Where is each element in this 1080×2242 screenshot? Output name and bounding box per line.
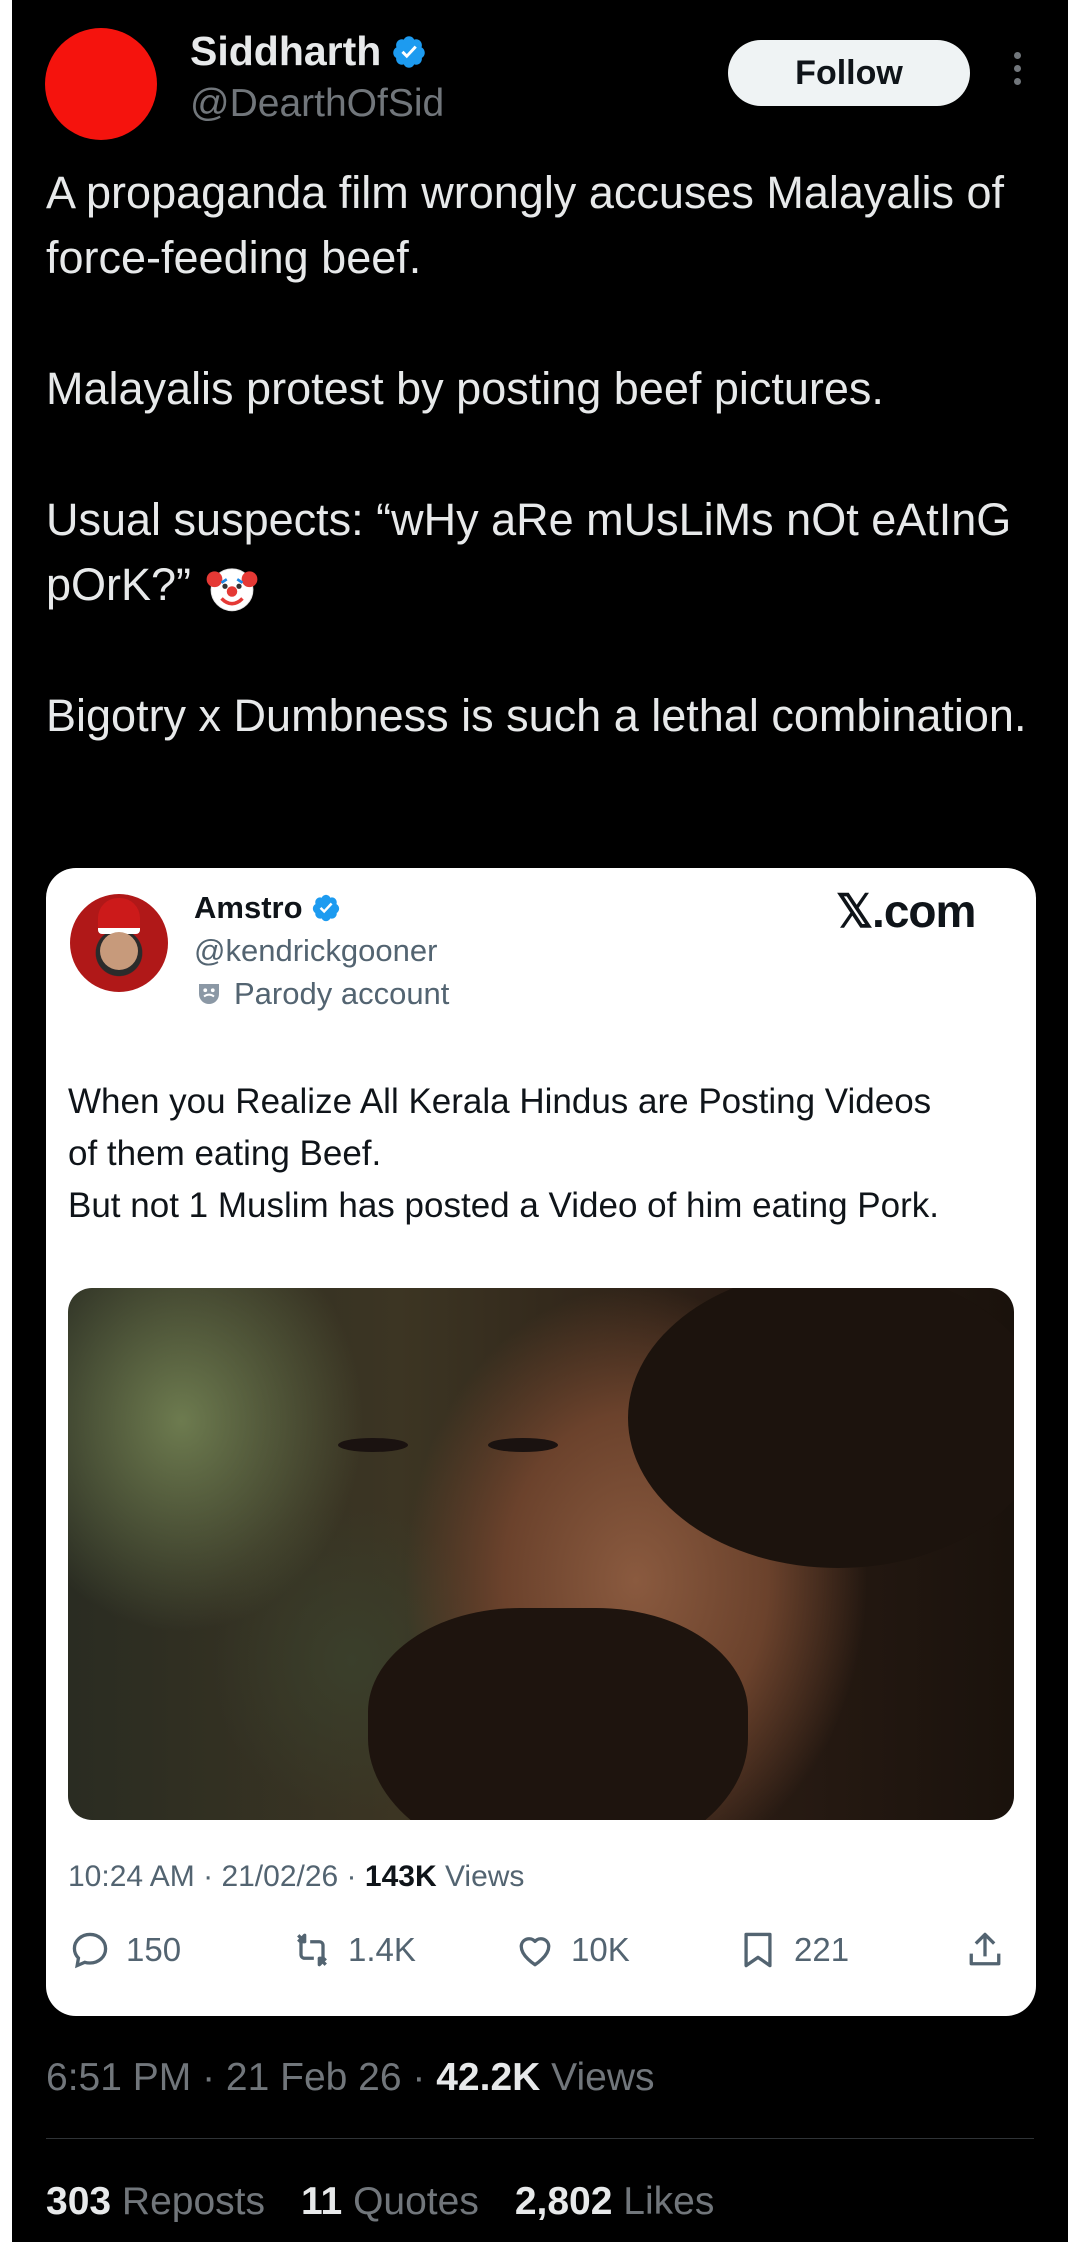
clown-face-icon bbox=[206, 568, 257, 612]
quoted-text-line: When you Realize All Kerala Hindus are P… bbox=[68, 1082, 932, 1121]
quoted-author-name[interactable]: Amstro bbox=[194, 890, 303, 926]
quoted-author-avatar[interactable] bbox=[70, 894, 168, 992]
engagement-stats: 303 Reposts 11 Quotes 2,802 Likes bbox=[46, 2180, 714, 2224]
bookmark-icon bbox=[744, 1932, 772, 1968]
likes-count: 2,802 bbox=[514, 2180, 613, 2223]
tweet-paragraph: Usual suspects: “wHy aRe mUsLiMs nOt eAt… bbox=[46, 487, 1046, 617]
likes-stat[interactable]: 2,802 Likes bbox=[515, 2180, 715, 2224]
bookmark-count: 221 bbox=[794, 1931, 850, 1968]
theater-masks-icon bbox=[199, 984, 219, 1004]
repost-count: 1.4K bbox=[348, 1931, 416, 1968]
like-button[interactable]: 10K bbox=[513, 1928, 630, 1972]
quoted-text-line: of them eating Beef. bbox=[68, 1134, 382, 1173]
quoted-action-bar: 150 1.4K 10K 221 bbox=[68, 1928, 1018, 1988]
heart-icon bbox=[519, 1937, 551, 1967]
tweet-views-label: Views bbox=[551, 2056, 655, 2099]
author-handle[interactable]: @DearthOfSid bbox=[190, 82, 444, 126]
reposts-count: 303 bbox=[46, 2180, 112, 2223]
author-avatar[interactable] bbox=[45, 28, 157, 140]
tweet-date[interactable]: 21 Feb 26 bbox=[226, 2056, 402, 2099]
quoted-author-name-row[interactable]: Amstro bbox=[194, 890, 341, 926]
quotes-label: Quotes bbox=[353, 2180, 479, 2223]
follow-button[interactable]: Follow bbox=[728, 40, 970, 106]
divider bbox=[46, 2138, 1034, 2139]
quoted-views-label: Views bbox=[444, 1860, 525, 1893]
tweet-timestamp-views: 6:51 PM · 21 Feb 26 · 42.2K Views bbox=[46, 2056, 655, 2099]
more-options-icon[interactable] bbox=[1009, 52, 1025, 85]
reply-icon bbox=[72, 1932, 108, 1969]
quoted-date: 21/02/26 bbox=[221, 1860, 339, 1893]
share-button[interactable] bbox=[963, 1928, 1007, 1972]
bookmark-button[interactable]: 221 bbox=[736, 1928, 849, 1972]
quoted-text-line: But not 1 Muslim has posted a Video of h… bbox=[68, 1186, 939, 1225]
repost-icon bbox=[297, 1933, 327, 1967]
verified-badge-icon bbox=[393, 35, 426, 68]
reply-count: 150 bbox=[126, 1931, 182, 1968]
tweet-views-count: 42.2K bbox=[436, 2056, 541, 2099]
tweet-text: A propaganda film wrongly accuses Malaya… bbox=[46, 160, 1046, 814]
quotes-stat[interactable]: 11 Quotes bbox=[301, 2180, 479, 2224]
quoted-tweet-card[interactable]: Amstro @kendrickgooner Parody account 𝕏.… bbox=[46, 868, 1036, 2016]
quoted-author-handle[interactable]: @kendrickgooner bbox=[194, 933, 437, 969]
quoted-views-count: 143K bbox=[364, 1860, 437, 1893]
reply-button[interactable]: 150 bbox=[68, 1928, 181, 1972]
tweet-paragraph: Bigotry x Dumbness is such a lethal comb… bbox=[46, 690, 1027, 741]
tweet-time[interactable]: 6:51 PM bbox=[46, 2056, 191, 2099]
parody-account-label: Parody account bbox=[194, 976, 449, 1012]
verified-badge-icon bbox=[312, 894, 339, 922]
x-logo[interactable]: 𝕏.com bbox=[836, 884, 976, 938]
repost-button[interactable]: 1.4K bbox=[290, 1928, 416, 1972]
quotes-count: 11 bbox=[301, 2180, 343, 2223]
quoted-time: 10:24 AM bbox=[68, 1860, 195, 1893]
likes-label: Likes bbox=[623, 2180, 715, 2223]
tweet-paragraph: Malayalis protest by posting beef pictur… bbox=[46, 363, 884, 414]
quoted-tweet-text: When you Realize All Kerala Hindus are P… bbox=[68, 1076, 1018, 1232]
tweet-detail: Siddharth @DearthOfSid Follow A propagan… bbox=[12, 0, 1068, 2242]
share-icon bbox=[969, 1932, 1001, 1966]
reposts-stat[interactable]: 303 Reposts bbox=[46, 2180, 265, 2224]
tweet-paragraph: A propaganda film wrongly accuses Malaya… bbox=[46, 167, 1004, 283]
tweet-paragraph-text: Usual suspects: “wHy aRe mUsLiMs nOt eAt… bbox=[46, 494, 1012, 610]
quoted-timestamp-views: 10:24 AM · 21/02/26 · 143K Views bbox=[68, 1860, 525, 1893]
like-count: 10K bbox=[571, 1931, 630, 1968]
author-name-row[interactable]: Siddharth bbox=[190, 28, 427, 75]
quoted-media-image[interactable] bbox=[68, 1288, 1014, 1820]
parody-label-text: Parody account bbox=[234, 976, 450, 1011]
author-name[interactable]: Siddharth bbox=[190, 28, 381, 75]
reposts-label: Reposts bbox=[121, 2180, 265, 2223]
